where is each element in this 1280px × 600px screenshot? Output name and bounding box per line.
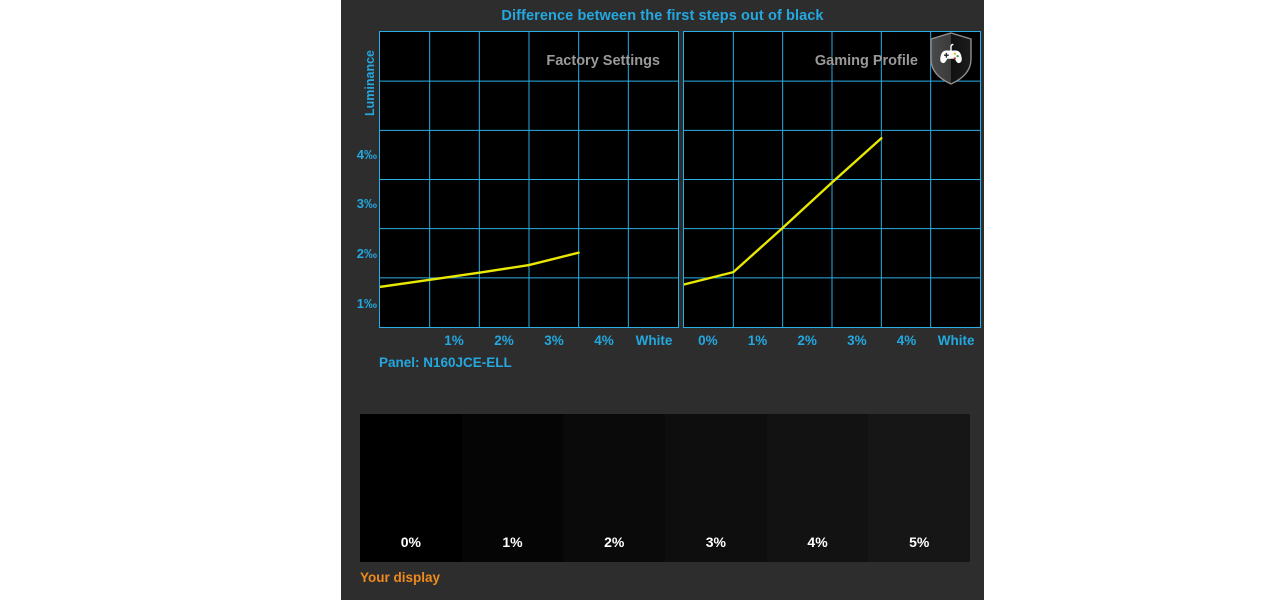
gradient-patch-4pct: 4% <box>766 414 869 562</box>
chart-gaming-profile: Gaming Profile <box>683 31 981 328</box>
gradient-patch-label: 5% <box>909 534 930 550</box>
grid-lines-left <box>380 32 678 327</box>
y-axis: Luminance 4‰ 3‰ 2‰ 1‰ <box>341 28 377 328</box>
x-tick-4pct: 4% <box>896 333 917 348</box>
gradient-patch-1pct: 1% <box>461 414 564 562</box>
x-tick-white: White <box>635 333 673 348</box>
black-level-gradient-strip: 0% 1% 2% 3% 4% 5% <box>360 414 971 562</box>
factory-settings-plot-svg <box>380 32 678 327</box>
chart-label-gaming-profile: Gaming Profile <box>814 53 918 69</box>
chart-factory-settings: Factory Settings <box>379 31 679 328</box>
x-axis-right: 0% 1% 2% 3% 4% White <box>683 330 981 352</box>
charts-area: Luminance 4‰ 3‰ 2‰ 1‰ Factory Settings G… <box>341 28 984 348</box>
x-tick-0pct: 0% <box>698 333 718 348</box>
gradient-patch-3pct: 3% <box>665 414 767 562</box>
screenshot-root: Difference between the first steps out o… <box>0 0 1280 600</box>
x-tick-white: White <box>937 333 975 348</box>
gradient-patch-5pct: 5% <box>868 414 971 562</box>
y-tick-2: 2‰ <box>356 246 377 261</box>
y-tick-1: 1‰ <box>356 296 377 311</box>
gamepad-shield-icon <box>928 32 974 86</box>
gradient-patch-label: 2% <box>604 534 625 550</box>
gamepad-shield-icon-svg <box>930 32 972 85</box>
y-axis-title: Luminance <box>363 50 377 116</box>
gradient-patch-label: 0% <box>400 534 421 550</box>
your-display-label: Your display <box>360 570 441 585</box>
y-tick-4: 4‰ <box>356 147 377 162</box>
panel-model-label: Panel: N160JCE-ELL <box>379 355 512 370</box>
x-tick-4pct: 4% <box>594 333 614 348</box>
x-tick-2pct: 2% <box>494 333 514 348</box>
display-review-panel: Difference between the first steps out o… <box>341 0 984 600</box>
gradient-patch-2pct: 2% <box>563 414 666 562</box>
x-tick-3pct: 3% <box>544 333 564 348</box>
gradient-patch-label: 3% <box>705 534 726 550</box>
gradient-patch-label: 1% <box>502 534 523 550</box>
x-tick-3pct: 3% <box>847 333 867 348</box>
gradient-patch-0pct: 0% <box>360 414 462 562</box>
x-tick-1pct: 1% <box>444 333 464 348</box>
y-tick-3: 3‰ <box>356 196 377 211</box>
page-title: Difference between the first steps out o… <box>501 8 824 24</box>
chart-label-factory-settings: Factory Settings <box>546 53 660 69</box>
x-tick-2pct: 2% <box>797 333 817 348</box>
gradient-patch-label: 4% <box>807 534 828 550</box>
x-axis-left: 1% 2% 3% 4% White <box>379 330 679 352</box>
x-tick-1pct: 1% <box>747 333 768 348</box>
